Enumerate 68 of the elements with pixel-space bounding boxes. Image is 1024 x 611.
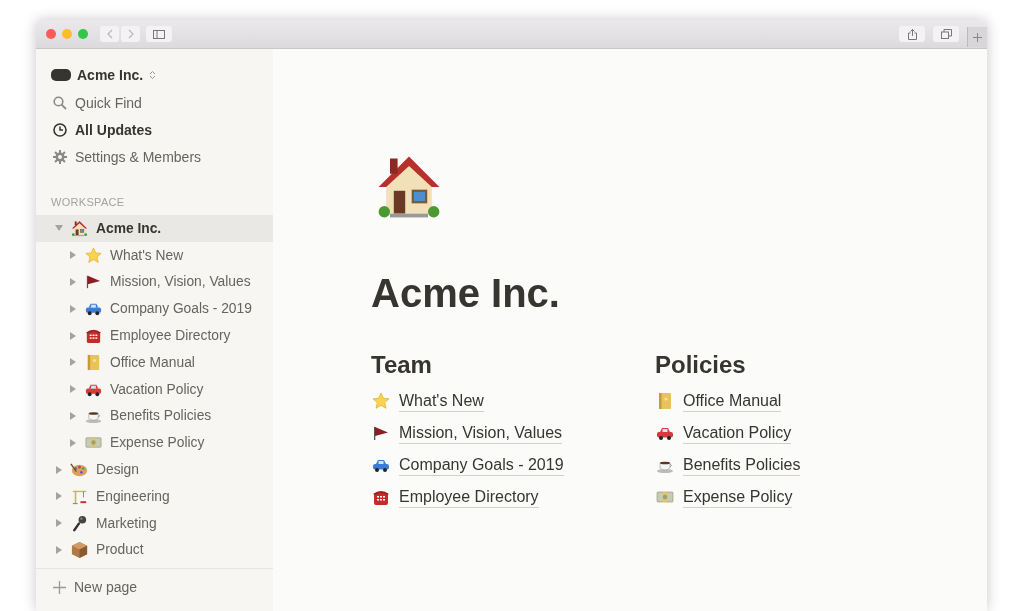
sidebar-item[interactable]: Design [36,456,273,483]
caret-down-icon[interactable] [55,224,63,233]
sidebar-item[interactable]: Vacation Policy [36,375,273,403]
page-link[interactable]: Mission, Vision, Values [399,422,563,444]
page-link[interactable]: Benefits Policies [683,454,801,476]
sidebar-item[interactable]: Product [36,536,273,564]
caret-right-icon[interactable] [69,251,77,260]
sidebar-toggle-button[interactable] [146,26,172,42]
sidebar-item[interactable]: Benefits Policies [36,402,273,430]
sidebar-item[interactable]: Office Manual [36,349,273,376]
chevron-right-icon [127,29,134,39]
page-link[interactable]: Employee Directory [399,486,539,508]
caret-right-icon[interactable] [55,519,63,528]
caret-right-icon[interactable] [55,545,63,554]
star-icon [371,391,391,411]
workspace-logo-icon [51,69,71,81]
page-link[interactable]: Vacation Policy [683,422,792,444]
clock-icon [53,122,67,137]
back-button[interactable] [100,26,119,42]
sidebar-nav-item[interactable]: Settings & Members [36,143,273,170]
tabs-icon [940,29,952,39]
box-icon [70,540,89,560]
new-tab-button[interactable] [967,27,987,47]
share-icon [907,28,917,40]
gear-icon [53,149,67,164]
page-link[interactable]: Expense Policy [683,486,793,508]
sidebar-item[interactable]: Expense Policy [36,429,273,457]
close-button[interactable] [46,29,56,39]
caret-right-icon[interactable] [69,385,77,394]
section-heading: Team [371,350,433,380]
caret-right-icon[interactable] [55,492,63,501]
sidebar-item[interactable]: Mission, Vision, Values [36,268,273,296]
plus-icon [53,580,66,594]
sidebar-item[interactable]: Employee Directory [36,322,273,349]
page-title: Acme Inc. [371,270,561,317]
tabs-button[interactable] [933,26,959,42]
minimize-button[interactable] [62,29,72,39]
sidebar-item[interactable]: Acme Inc. [36,215,273,242]
page-link[interactable]: What's New [399,390,484,412]
caret-right-icon[interactable] [69,358,77,367]
workspace-switcher[interactable]: Acme Inc. [36,61,273,89]
page-link[interactable]: Office Manual [683,390,782,412]
sidebar-nav-item[interactable]: Quick Find [36,89,273,116]
forward-button[interactable] [121,26,140,42]
star-icon [84,245,103,265]
sidebar-item[interactable]: What's New [36,241,273,269]
microphone-icon [70,513,89,533]
caret-right-icon[interactable] [69,411,77,420]
share-button[interactable] [899,26,925,42]
section-heading: Policies [655,350,747,380]
caret-right-icon[interactable] [69,438,77,447]
section-label: WORKSPACE [50,195,126,210]
page-link[interactable]: Company Goals - 2019 [399,454,564,476]
chevron-left-icon [106,29,113,39]
plus-icon [973,32,982,42]
up-down-chevron-icon [149,70,157,80]
zoom-button[interactable] [78,29,88,39]
sidebar-item[interactable]: Company Goals - 2019 [36,295,273,323]
sidebar-nav-item[interactable]: All Updates [36,116,273,143]
sidebar-item[interactable]: Marketing [36,509,273,537]
caret-right-icon[interactable] [69,278,77,286]
sidebar-icon [153,29,165,39]
sidebar-item[interactable]: Engineering [36,482,273,510]
caret-right-icon[interactable] [69,331,77,340]
caret-right-icon[interactable] [55,465,63,474]
search-icon [53,95,67,110]
caret-right-icon[interactable] [69,304,77,313]
house-icon [70,218,89,238]
